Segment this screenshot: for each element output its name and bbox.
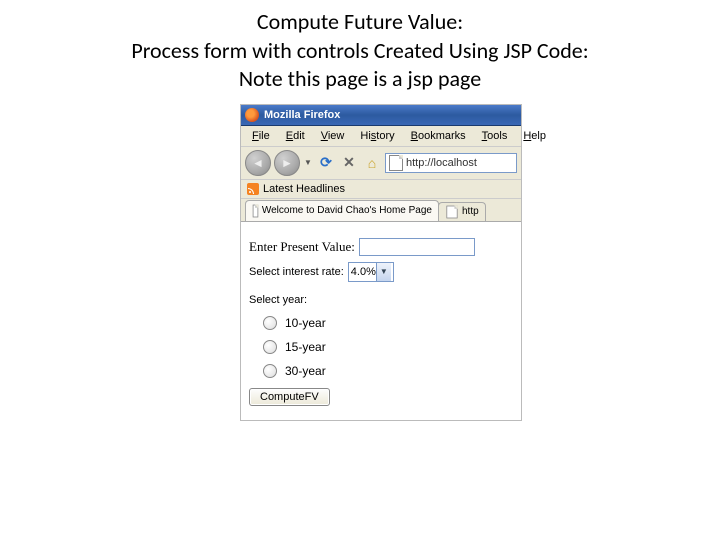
radio-10-year[interactable]: 10-year <box>263 316 513 330</box>
present-value-label: Enter Present Value: <box>249 239 355 255</box>
page-content: Enter Present Value: Select interest rat… <box>241 222 521 420</box>
back-button[interactable]: ◄ <box>245 150 271 176</box>
radio-10-year-label: 10-year <box>285 316 326 330</box>
reload-icon[interactable]: ⟳ <box>316 153 336 173</box>
compute-fv-button[interactable]: ComputeFV <box>249 388 330 406</box>
year-label: Select year: <box>249 294 307 306</box>
bookmarks-toolbar: Latest Headlines <box>241 180 521 199</box>
rate-select[interactable]: 4.0% ▼ <box>348 262 394 282</box>
rate-selected-value: 4.0% <box>351 266 376 278</box>
nav-toolbar: ◄ ► ▼ ⟳ ✕ ⌂ http://localhost <box>241 147 521 180</box>
menu-file[interactable]: File <box>245 128 277 144</box>
tab-inactive[interactable]: http <box>438 202 486 221</box>
slide-title-line3: Note this page is a jsp page <box>239 65 481 92</box>
year-radio-group: 10-year 15-year 30-year <box>249 316 513 378</box>
slide-title: Compute Future Value: Process form with … <box>0 8 720 94</box>
browser-window: Mozilla Firefox File Edit View History B… <box>240 104 522 421</box>
page-icon <box>446 205 457 218</box>
menu-edit[interactable]: Edit <box>279 128 312 144</box>
menubar: File Edit View History Bookmarks Tools H… <box>241 126 521 147</box>
radio-15-year[interactable]: 15-year <box>263 340 513 354</box>
stop-icon[interactable]: ✕ <box>339 153 359 173</box>
menu-history[interactable]: History <box>353 128 401 144</box>
tab-bar: Welcome to David Chao's Home Page http <box>241 199 521 222</box>
url-text: http://localhost <box>406 157 477 169</box>
tab-active[interactable]: Welcome to David Chao's Home Page <box>245 200 439 221</box>
row-year-label: Select year: <box>249 294 513 306</box>
radio-15-year-label: 15-year <box>285 340 326 354</box>
nav-history-dropdown[interactable]: ▼ <box>303 158 313 167</box>
tab-inactive-label: http <box>462 206 479 217</box>
slide-title-line1: Compute Future Value: <box>257 8 463 35</box>
firefox-icon <box>245 108 259 122</box>
rate-label: Select interest rate: <box>249 266 344 278</box>
chevron-down-icon: ▼ <box>376 263 391 281</box>
menu-help[interactable]: Help <box>516 128 553 144</box>
row-rate: Select interest rate: 4.0% ▼ <box>249 262 513 282</box>
bookmark-latest-headlines[interactable]: Latest Headlines <box>263 183 345 195</box>
radio-icon <box>263 340 277 354</box>
forward-button[interactable]: ► <box>274 150 300 176</box>
radio-icon <box>263 364 277 378</box>
url-bar[interactable]: http://localhost <box>385 153 517 173</box>
radio-icon <box>263 316 277 330</box>
slide-title-line2: Process form with controls Created Using… <box>131 37 588 64</box>
page-icon <box>389 155 403 171</box>
radio-30-year[interactable]: 30-year <box>263 364 513 378</box>
window-title: Mozilla Firefox <box>264 109 340 121</box>
tab-active-label: Welcome to David Chao's Home Page <box>262 205 432 216</box>
rss-icon <box>247 183 259 195</box>
row-present-value: Enter Present Value: <box>249 238 513 256</box>
menu-view[interactable]: View <box>314 128 352 144</box>
home-icon[interactable]: ⌂ <box>362 153 382 173</box>
page-icon <box>253 204 258 217</box>
radio-30-year-label: 30-year <box>285 364 326 378</box>
present-value-input[interactable] <box>359 238 475 256</box>
menu-bookmarks[interactable]: Bookmarks <box>404 128 473 144</box>
menu-tools[interactable]: Tools <box>475 128 515 144</box>
titlebar: Mozilla Firefox <box>241 105 521 126</box>
